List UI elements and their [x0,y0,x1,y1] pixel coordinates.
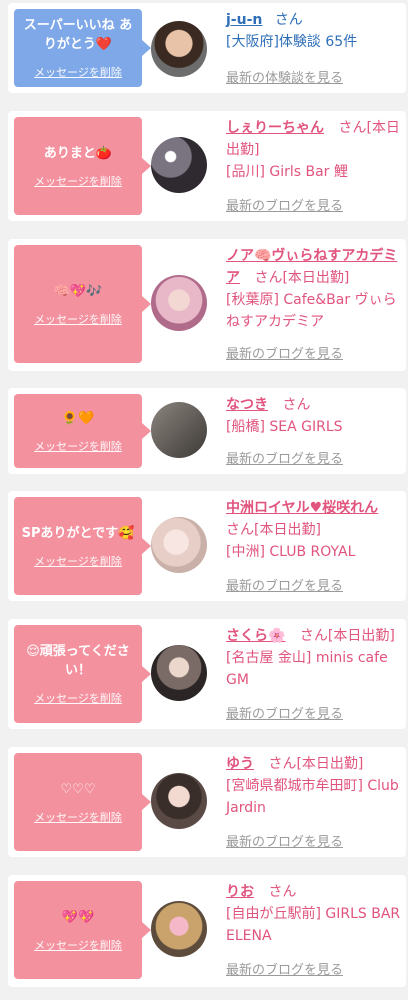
shop-info: [宮崎県都城市牟田町] Club Jardin [226,778,399,816]
latest-post-link[interactable]: 最新のブログを見る [226,703,343,722]
shop-info: [秋葉原] Cafe&Bar ヴぃらねすアカデミア [226,292,397,330]
message-bubble: ♡♡♡ メッセージを削除 [14,753,151,851]
avatar[interactable] [151,21,207,77]
shop-info: [自由が丘駅前] GIRLS BAR ELENA [226,906,401,944]
message-card: 🧠💖🎶 メッセージを削除 ノア🧠ヴぃらねすアカデミア さん[本日出勤] [秋葉原… [8,239,406,371]
shop-info: [大阪府]体験談 65件 [226,34,358,50]
message-card: ありまと🍅 メッセージを削除 しぇりーちゃん さん[本日出勤] [品川] Gir… [8,111,406,221]
message-bubble: 🧠💖🎶 メッセージを削除 [14,245,151,363]
name-suffix: さん[本日出勤] [254,270,350,286]
name-suffix: さん[本日出勤] [268,756,364,772]
message-text: 🧠💖🎶 [53,283,103,299]
message-card: SPありがとです🥰 メッセージを削除 中洲ロイヤル♥桜咲れん さん[本日出勤] … [8,491,406,601]
message-text: SPありがとです🥰 [21,525,135,541]
avatar[interactable] [151,773,207,829]
user-name-link[interactable]: 中洲ロイヤル♥桜咲れん [226,500,378,516]
user-name-link[interactable]: しぇりーちゃん [226,120,324,136]
delete-message-link[interactable]: メッセージを削除 [34,64,122,80]
latest-post-link[interactable]: 最新のブログを見る [226,959,343,978]
user-name-link[interactable]: j-u-n [226,12,262,28]
message-text: スーパーいいね ありがとう❤️ [23,18,133,52]
name-suffix: さん[本日出勤] [299,628,395,644]
name-suffix: さん [282,397,311,413]
delete-message-link[interactable]: メッセージを削除 [34,553,122,569]
message-bubble: 🌻🧡 メッセージを削除 [14,394,151,468]
shop-info: [中洲] CLUB ROYAL [226,544,356,560]
delete-message-link[interactable]: メッセージを削除 [34,438,122,454]
latest-post-link[interactable]: 最新のブログを見る [226,343,343,362]
message-bubble: ありまと🍅 メッセージを削除 [14,117,151,215]
delete-message-link[interactable]: メッセージを削除 [34,937,122,953]
message-bubble: スーパーいいね ありがとう❤️ メッセージを削除 [14,9,151,87]
user-name-link[interactable]: ゆう [226,756,254,772]
message-text: 💖💖 [61,909,95,925]
message-card: スーパーいいね ありがとう❤️ メッセージを削除 j-u-n さん [大阪府]体… [8,3,406,93]
avatar[interactable] [151,645,207,701]
avatar[interactable] [151,275,207,331]
avatar[interactable] [151,137,207,193]
latest-post-link[interactable]: 最新のブログを見る [226,448,343,467]
message-card: 😌頑張ってください！ メッセージを削除 さくら🌸 さん[本日出勤] [名古屋 金… [8,619,406,729]
avatar[interactable] [151,402,207,458]
message-text: 🌻🧡 [61,410,95,426]
message-bubble: 💖💖 メッセージを削除 [14,881,151,979]
name-suffix: さん [268,884,297,900]
delete-message-link[interactable]: メッセージを削除 [34,809,122,825]
user-name-link[interactable]: りお [226,884,254,900]
user-name-link[interactable]: さくら🌸 [226,628,285,644]
latest-post-link[interactable]: 最新のブログを見る [226,575,343,594]
avatar[interactable] [151,901,207,957]
name-suffix: さん [274,12,303,28]
latest-post-link[interactable]: 最新のブログを見る [226,195,343,214]
message-text: 😌頑張ってください！ [26,644,130,678]
message-card: ♡♡♡ メッセージを削除 ゆう さん[本日出勤] [宮崎県都城市牟田町] Clu… [8,747,406,857]
latest-post-link[interactable]: 最新のブログを見る [226,831,343,850]
message-bubble: 😌頑張ってください！ メッセージを削除 [14,625,151,723]
latest-post-link[interactable]: 最新の体験談を見る [226,67,343,86]
user-name-link[interactable]: なつき [226,397,268,413]
avatar[interactable] [151,517,207,573]
delete-message-link[interactable]: メッセージを削除 [34,173,122,189]
message-bubble: SPありがとです🥰 メッセージを削除 [14,497,151,595]
name-suffix: さん[本日出勤] [226,522,321,538]
delete-message-link[interactable]: メッセージを削除 [34,690,122,706]
shop-info: [名古屋 金山] minis cafe GM [226,650,388,688]
message-text: ♡♡♡ [60,781,96,797]
message-text: ありまと🍅 [43,145,113,161]
shop-info: [船橋] SEA GIRLS [226,419,343,435]
message-card: 💖💖 メッセージを削除 りお さん [自由が丘駅前] GIRLS BAR ELE… [8,875,406,987]
delete-message-link[interactable]: メッセージを削除 [34,311,122,327]
message-card: 🌻🧡 メッセージを削除 なつき さん [船橋] SEA GIRLS 最新のブログ… [8,388,406,474]
shop-info: [品川] Girls Bar 鯉 [226,164,348,180]
